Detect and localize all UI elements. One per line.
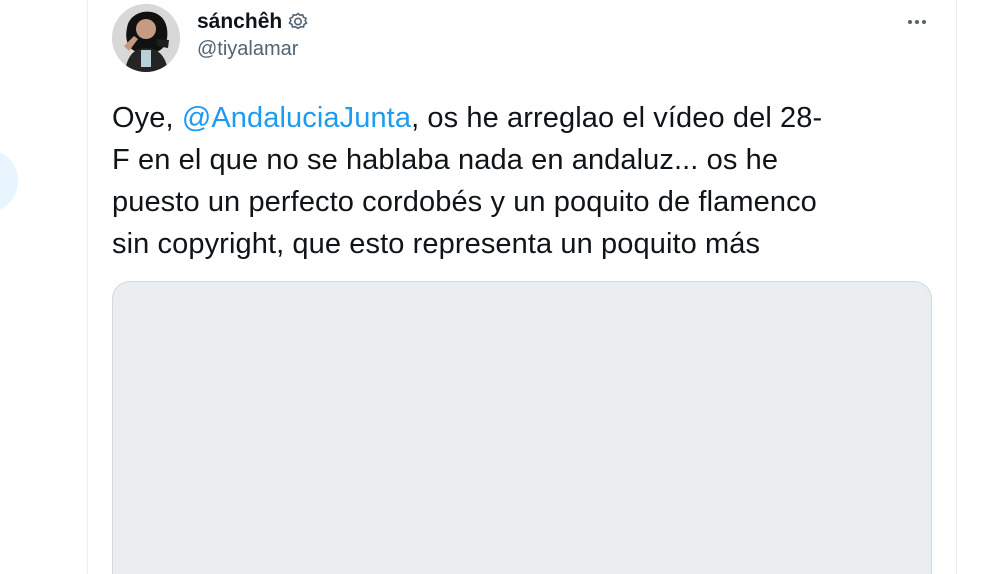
more-horizontal-icon <box>908 20 926 24</box>
tweet-mention-link[interactable]: @AndaluciaJunta <box>182 102 411 134</box>
tweet-text-suffix: , os he arreglao el vídeo del 28- <box>411 102 823 134</box>
tweet-text: Oye, @AndaluciaJunta, os he arreglao el … <box>112 97 942 265</box>
display-name[interactable]: sánchêh <box>197 9 282 35</box>
navigation-button[interactable] <box>0 150 18 212</box>
avatar[interactable] <box>112 4 180 72</box>
author-handle[interactable]: @tiyalamar <box>197 37 298 61</box>
tweet-line-2: F en el que no se hablaba nada en andalu… <box>112 144 779 176</box>
tweet-line-1: Oye, @AndaluciaJunta, os he arreglao el … <box>112 97 942 139</box>
tweet-text-prefix: Oye, <box>112 102 182 134</box>
profile-avatar-image <box>112 4 180 72</box>
author-name-row[interactable]: sánchêh <box>197 9 308 35</box>
tweet-line-3: puesto un perfecto cordobés y un poquito… <box>112 186 817 218</box>
tweet-media-card[interactable] <box>112 281 932 574</box>
settings-badge-icon <box>288 12 308 32</box>
tweet-page: sánchêh @tiyalamar Oye, @AndaluciaJunta,… <box>0 0 1000 574</box>
tweet-line-4: sin copyright, que esto representa un po… <box>112 228 761 260</box>
left-navigation-rail <box>0 0 88 574</box>
more-options-button[interactable] <box>896 9 938 35</box>
